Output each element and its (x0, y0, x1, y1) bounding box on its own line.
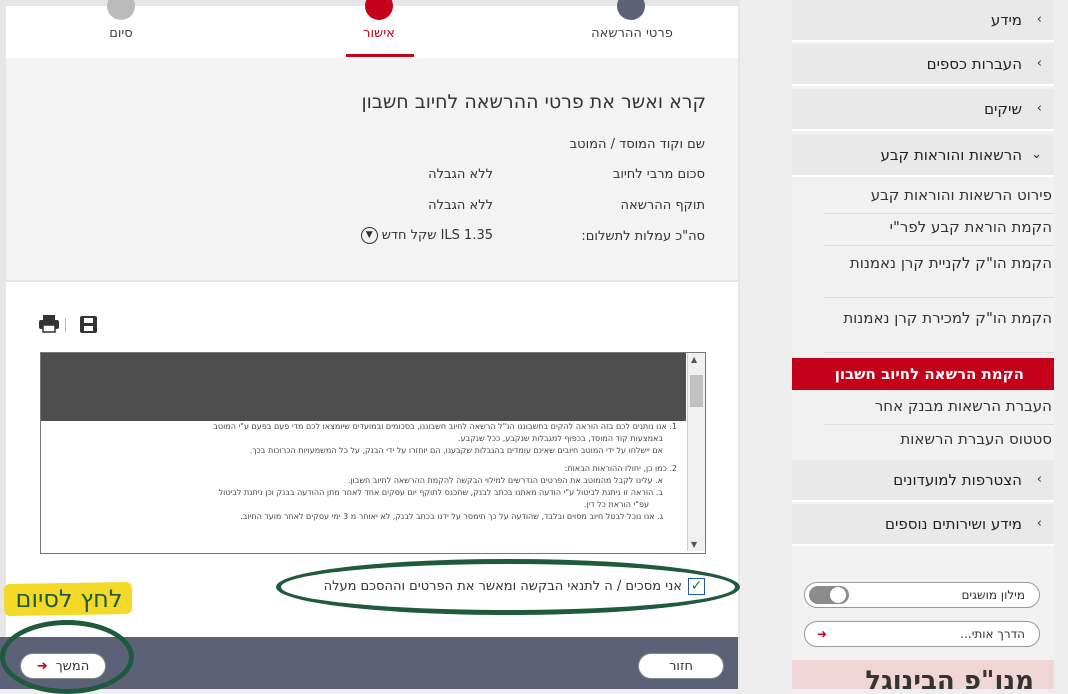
step-1-label: פרטי ההרשאה (591, 26, 673, 41)
step-2-circle (365, 0, 393, 20)
banner-text: מנו"פ הבינוגל (865, 666, 1034, 689)
sidebar-item-label: העברות כספים (926, 55, 1022, 73)
doc-line: עפ"י הוראת כל דין. (583, 500, 649, 509)
guide-label: הדרך אותי... (960, 627, 1025, 641)
submenu-item-active[interactable]: הקמת הרשאה לחיוב חשבון (792, 358, 1054, 390)
toggle-switch[interactable] (809, 586, 849, 604)
guide-me-button[interactable]: הדרך אותי... ➜ (804, 621, 1040, 647)
summary-panel: קרא ואשר את פרטי ההרשאה לחיוב חשבון שם ו… (6, 58, 738, 280)
doc-line: 1. אנו נותנים לכם בזה הוראה להקים בחשבונ… (213, 422, 677, 431)
chevron-left-icon: › (1036, 101, 1042, 116)
glossary-label: מילון מושגים (961, 588, 1025, 602)
glossary-toggle[interactable]: מילון מושגים (804, 582, 1040, 608)
chevron-down-icon[interactable]: ▼ (360, 227, 378, 244)
doc-line: ג. אנו נוכל לבטל חיוב מסוים ובלבד, שהודע… (240, 512, 663, 521)
sidebar-item-info[interactable]: › מידע (792, 0, 1054, 42)
row-max-amount-label: סכום מרבי לחיוב (612, 167, 705, 182)
step-3-circle (107, 0, 135, 20)
annotation-ellipse-consent (276, 559, 740, 615)
active-step-underline (346, 54, 414, 57)
row-validity-value: ללא הגבלה (428, 198, 493, 213)
sidebar-item-clubs[interactable]: › הצטרפות למועדונים (792, 460, 1054, 502)
document-scrollbar[interactable]: ▲ ▼ (687, 353, 705, 551)
row-fees-label: סה"כ עמלות לתשלום: (581, 229, 705, 244)
toolbar-divider (65, 318, 66, 332)
scroll-thumb[interactable] (690, 375, 703, 407)
sidebar-item-label: מידע ושירותים נוספים (885, 515, 1022, 533)
back-button[interactable]: חזור (638, 653, 724, 679)
sidebar-item-label: הרשאות והוראות קבע (880, 146, 1022, 164)
stepper: פרטי ההרשאה אישור סיום (6, 0, 738, 58)
row-institution-label: שם וקוד המוסד / המוטב (569, 137, 705, 152)
arrow-left-icon: ➜ (817, 627, 828, 641)
page-title: קרא ואשר את פרטי ההרשאה לחיוב חשבון (361, 91, 706, 113)
submenu-item[interactable]: הקמת הו"ק למכירת קרן נאמנות (824, 307, 1054, 353)
row-fees-value-wrap: ILS 1.35 שקל חדש ▼ (360, 227, 493, 244)
scroll-up-icon[interactable]: ▲ (691, 355, 697, 364)
doc-line: אם יישלחו על ידי המוטב חיובים שאינם עומד… (249, 446, 663, 455)
sidebar-item-standing-orders[interactable]: ⌄ הרשאות והוראות קבע (792, 135, 1054, 177)
sidebar-item-label: מידע (990, 11, 1022, 29)
doc-line: א. עלינו לקבל מהמוטב את הפרטים הנדרשים ל… (347, 476, 663, 485)
row-fees-value: ILS 1.35 שקל חדש (381, 228, 493, 243)
chevron-left-icon: › (1036, 516, 1042, 531)
sidebar-item-transfers[interactable]: › העברות כספים (792, 44, 1054, 86)
chevron-left-icon: › (1036, 472, 1042, 487)
doc-line: 2. כמו כן, יחולו ההוראות הבאות: (564, 464, 677, 473)
row-validity-label: תוקף ההרשאה (620, 198, 705, 213)
step-1-circle (617, 0, 645, 20)
submenu-item[interactable]: פירוט הרשאות והוראות קבע (824, 184, 1054, 214)
document-header (41, 353, 686, 421)
save-icon[interactable] (80, 316, 97, 333)
sidebar-item-checks[interactable]: › שיקים (792, 89, 1054, 131)
printer-icon[interactable] (38, 315, 60, 333)
sidebar-item-more-services[interactable]: › מידע ושירותים נוספים (792, 504, 1054, 546)
chevron-left-icon: › (1036, 56, 1042, 71)
sidebar-item-label: הצטרפות למועדונים (893, 471, 1022, 489)
step-2-label: אישור (363, 26, 395, 41)
chevron-left-icon: › (1036, 12, 1042, 27)
back-label: חזור (669, 658, 693, 674)
step-3-label: סיום (109, 26, 133, 41)
doc-line: ב. הוראה זו ניתנת לביטול ע"י הודעה מאתנו… (218, 488, 663, 497)
sidebar: › מידע › העברות כספים › שיקים ⌄ הרשאות והורא… (792, 0, 1054, 689)
submenu-item[interactable]: העברת הרשאות מבנק אחר (824, 395, 1054, 425)
submenu-item[interactable]: סטטוס העברת הרשאות (824, 428, 1054, 458)
document-body: 1. אנו נותנים לכם בזה הוראה להקים בחשבונ… (47, 421, 677, 547)
row-max-amount-value: ללא הגבלה (428, 167, 493, 182)
scroll-down-icon[interactable]: ▼ (691, 540, 697, 549)
sidebar-item-label: שיקים (984, 100, 1022, 118)
annotation-text: לחץ לסיום (15, 585, 123, 613)
annotation-ellipse-continue (0, 620, 134, 694)
terms-document[interactable]: 1. אנו נותנים לכם בזה הוראה להקים בחשבונ… (40, 352, 706, 554)
promo-banner[interactable]: מנו"פ הבינוגל (792, 660, 1054, 689)
submenu-item[interactable]: הקמת הוראת קבע לפר"י (824, 216, 1054, 246)
submenu-item[interactable]: הקמת הו"ק לקניית קרן נאמנות (824, 252, 1054, 298)
chevron-down-icon: ⌄ (1031, 147, 1042, 162)
toggle-knob (830, 587, 846, 603)
doc-line: באמצעות קוד המוסד, בכפוף למגבלות שנקבע, … (457, 434, 663, 443)
